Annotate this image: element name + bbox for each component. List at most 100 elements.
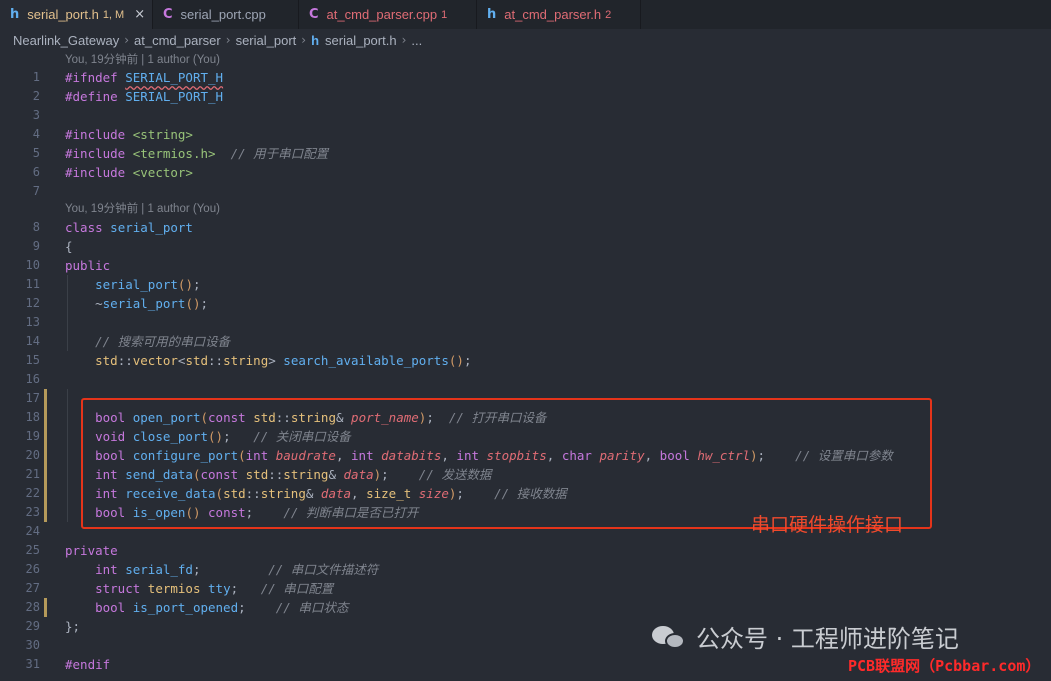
code-line[interactable]: 14 // 搜索可用的串口设备: [0, 332, 1051, 351]
code-text: std::vector<std::string> search_availabl…: [95, 353, 472, 368]
code-text: ~serial_port();: [65, 296, 209, 311]
code-line[interactable]: 6 #include <vector>: [0, 163, 1051, 182]
code-line[interactable]: 4 #include <string>: [0, 125, 1051, 144]
code-editor[interactable]: You, 19分钟前 | 1 author (You) You, 19分钟前 |…: [0, 51, 1051, 681]
line-number: 16: [25, 372, 40, 386]
code-text: struct termios tty; // 串口配置: [95, 581, 334, 596]
line-number: 20: [25, 448, 40, 462]
line-number: 17: [25, 391, 40, 405]
code-line[interactable]: 26 int serial_fd; // 串口文件描述符: [0, 560, 1051, 579]
codelens-blame[interactable]: You, 19分钟前 | 1 author (You): [65, 52, 220, 69]
tab-label: at_cmd_parser.cpp: [326, 7, 438, 22]
tab-badge: 1: [441, 8, 448, 21]
line-number: 31: [25, 657, 40, 671]
breadcrumb-item-subfolder[interactable]: serial_port: [236, 33, 297, 48]
code-text: #define SERIAL_PORT_H: [65, 89, 224, 104]
breadcrumb-item-file[interactable]: serial_port.h: [325, 33, 397, 48]
code-line[interactable]: 8 class serial_port: [0, 218, 1051, 237]
tab-label: serial_port.cpp: [180, 7, 266, 22]
site-watermark: PCB联盟网（Pcbbar.com）: [848, 657, 1041, 675]
close-icon[interactable]: ×: [134, 7, 145, 22]
code-line[interactable]: 9{: [0, 237, 1051, 256]
cpp-file-icon: C: [163, 7, 173, 22]
chevron-right-icon: ›: [301, 33, 307, 47]
code-line[interactable]: 25 private: [0, 541, 1051, 560]
code-text: #include <string>: [65, 127, 193, 142]
tab-at-cmd-parser-h[interactable]: h at_cmd_parser.h 2: [477, 0, 641, 29]
code-text: #endif: [65, 657, 111, 672]
tab-badge: 2: [605, 8, 612, 21]
line-number: 25: [25, 543, 40, 557]
line-number: 10: [25, 258, 40, 272]
code-text: {: [65, 239, 73, 254]
chevron-right-icon: ›: [124, 33, 130, 47]
tab-serial-port-h[interactable]: h serial_port.h 1, M ×: [0, 0, 153, 29]
code-text: class serial_port: [65, 220, 193, 235]
code-text: #include <termios.h> // 用于串口配置: [65, 146, 329, 161]
line-number: 26: [25, 562, 40, 576]
breadcrumb: Nearlink_Gateway › at_cmd_parser › seria…: [0, 29, 1051, 51]
breadcrumb-item-folder[interactable]: at_cmd_parser: [134, 33, 221, 48]
c-header-file-icon: h: [311, 32, 320, 48]
code-line[interactable]: 11 serial_port();: [0, 275, 1051, 294]
code-text: #ifndef SERIAL_PORT_H: [65, 70, 224, 85]
code-text: private: [65, 543, 118, 558]
code-line[interactable]: 10 public: [0, 256, 1051, 275]
line-number: 23: [25, 505, 40, 519]
code-line[interactable]: 12 ~serial_port();: [0, 294, 1051, 313]
codelens-blame[interactable]: You, 19分钟前 | 1 author (You): [65, 201, 220, 218]
line-number: 3: [32, 108, 40, 122]
line-number: 1: [32, 70, 40, 84]
cpp-file-icon: C: [309, 7, 319, 22]
c-header-file-icon: h: [487, 7, 497, 22]
line-number: 11: [25, 277, 40, 291]
breadcrumb-item-symbol[interactable]: ...: [411, 33, 422, 48]
tab-bar: h serial_port.h 1, M × C serial_port.cpp…: [0, 0, 1051, 29]
line-number: 27: [25, 581, 40, 595]
line-number: 22: [25, 486, 40, 500]
line-number: 8: [32, 220, 40, 234]
breadcrumb-item-project[interactable]: Nearlink_Gateway: [13, 33, 119, 48]
line-number: 13: [25, 315, 40, 329]
line-number: 2: [32, 89, 40, 103]
chevron-right-icon: ›: [225, 33, 231, 47]
annotation-label: 串口硬件操作接口: [751, 515, 904, 536]
code-text: bool is_port_opened; // 串口状态: [95, 600, 349, 615]
code-line[interactable]: 13: [0, 313, 1051, 332]
line-number: 5: [32, 146, 40, 160]
line-number: 28: [25, 600, 40, 614]
line-number: 19: [25, 429, 40, 443]
line-number: 29: [25, 619, 40, 633]
code-line[interactable]: 15 std::vector<std::string> search_avail…: [0, 351, 1051, 370]
code-line[interactable]: 1 #ifndef SERIAL_PORT_H: [0, 68, 1051, 87]
line-number: 30: [25, 638, 40, 652]
code-text: // 搜索可用的串口设备: [95, 334, 231, 349]
line-number: 18: [25, 410, 40, 424]
tab-label: serial_port.h: [27, 7, 99, 22]
code-text: };: [65, 619, 81, 634]
watermark-text: 公众号 · 工程师进阶笔记: [696, 625, 959, 653]
code-line[interactable]: 3: [0, 106, 1051, 125]
tab-serial-port-cpp[interactable]: C serial_port.cpp: [153, 0, 299, 29]
code-text: public: [65, 258, 111, 273]
code-text: int serial_fd; // 串口文件描述符: [95, 562, 379, 577]
code-line[interactable]: 7: [0, 182, 1051, 201]
line-number: 9: [32, 239, 40, 253]
tab-at-cmd-parser-cpp[interactable]: C at_cmd_parser.cpp 1: [299, 0, 477, 29]
wechat-icon: [652, 624, 686, 650]
tab-badge: 1, M: [102, 8, 125, 21]
line-number: 24: [25, 524, 40, 538]
code-line[interactable]: 2 #define SERIAL_PORT_H: [0, 87, 1051, 106]
watermark: 公众号 · 工程师进阶笔记: [652, 619, 959, 654]
code-line[interactable]: 28 bool is_port_opened; // 串口状态: [0, 598, 1051, 617]
code-line[interactable]: 27 struct termios tty; // 串口配置: [0, 579, 1051, 598]
code-line[interactable]: 16: [0, 370, 1051, 389]
code-line[interactable]: 5 #include <termios.h> // 用于串口配置: [0, 144, 1051, 163]
line-number: 4: [32, 127, 40, 141]
code-text: #include <vector>: [65, 165, 193, 180]
line-number: 21: [25, 467, 40, 481]
line-number: 15: [25, 353, 40, 367]
line-number: 7: [32, 184, 40, 198]
tab-label: at_cmd_parser.h: [504, 7, 602, 22]
line-number: 14: [25, 334, 40, 348]
